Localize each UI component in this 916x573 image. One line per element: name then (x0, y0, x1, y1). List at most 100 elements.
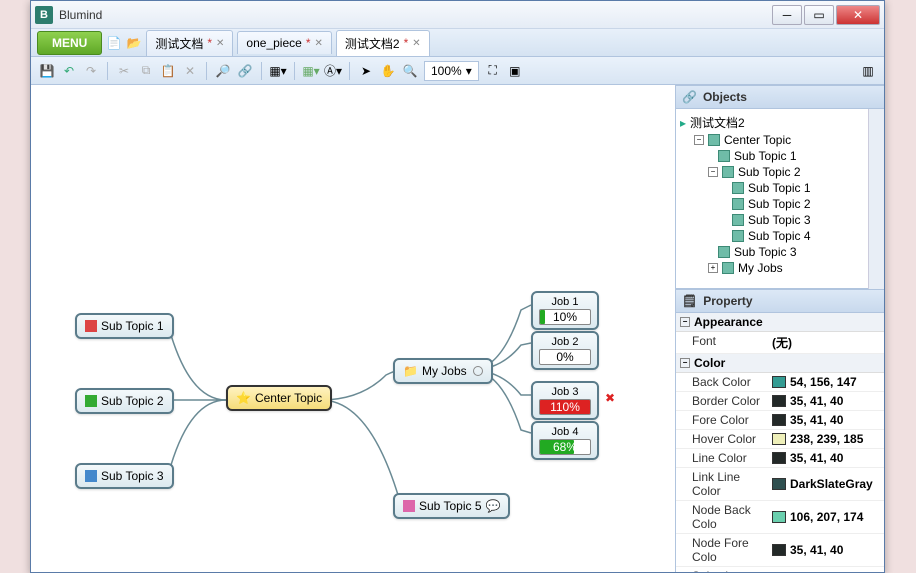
node-my-jobs[interactable]: 📁My Jobs (393, 358, 493, 384)
tab-close-icon[interactable]: ✕ (314, 38, 322, 49)
tree-label: Sub Topic 2 (738, 165, 801, 179)
tree-item[interactable]: Sub Topic 3 (680, 212, 864, 228)
prop-row-border-color[interactable]: Border Color35, 41, 40 (676, 392, 884, 411)
scrollbar-vertical[interactable] (868, 109, 884, 289)
prop-value-text: 35, 41, 40 (790, 543, 843, 557)
mindmap-canvas[interactable]: Sub Topic 1 Sub Topic 2 Sub Topic 3 ⭐Cen… (31, 85, 676, 572)
grid-icon[interactable]: ▦▾ (270, 63, 286, 79)
zoom-combo[interactable]: 100%▾ (424, 61, 479, 81)
progress-value: 10% (553, 310, 577, 324)
link-icon[interactable]: 🔗 (237, 63, 253, 79)
node-job-2[interactable]: Job 20% (531, 331, 599, 370)
prop-row-line-color[interactable]: Line Color35, 41, 40 (676, 449, 884, 468)
tree-label: Sub Topic 1 (734, 149, 797, 163)
prop-value-text: 35, 41, 40 (790, 394, 843, 408)
property-icon: 🗒 (682, 294, 697, 308)
collapse-icon[interactable]: − (680, 358, 690, 368)
prop-value[interactable]: (无) (768, 332, 884, 353)
prop-category[interactable]: −Appearance (676, 313, 884, 332)
toolbar: 💾 ↶ ↷ ✂ ⧉ 📋 ✕ 🔎 🔗 ▦▾ ▦▾ Ⓐ▾ ➤ ✋ 🔍 100%▾ ⛶… (31, 57, 884, 85)
tree-item[interactable]: − Sub Topic 2 (680, 164, 864, 180)
node-job-4[interactable]: Job 468% (531, 421, 599, 460)
node-center-topic[interactable]: ⭐Center Topic (226, 385, 332, 411)
fullscreen-icon[interactable]: ▣ (507, 63, 523, 79)
minimize-button[interactable]: ─ (772, 5, 802, 25)
undo-icon[interactable]: ↶ (61, 63, 77, 79)
expand-handle[interactable] (473, 366, 483, 376)
theme-icon[interactable]: ▦▾ (303, 63, 319, 79)
prop-row-fore-color[interactable]: Fore Color35, 41, 40 (676, 411, 884, 430)
prop-row-node-fore-color[interactable]: Node Fore Colo 35, 41, 40 (676, 534, 884, 567)
menu-button[interactable]: MENU (37, 31, 102, 55)
tab-1[interactable]: one_piece*✕ (237, 31, 331, 54)
category-label: Appearance (694, 315, 763, 329)
node-label: Sub Topic 2 (101, 394, 164, 408)
close-button[interactable]: ✕ (836, 5, 880, 25)
collapse-icon[interactable]: − (708, 167, 718, 177)
prop-row-node-back-color[interactable]: Node Back Colo 106, 207, 174 (676, 501, 884, 534)
node-icon (732, 214, 744, 226)
node-job-1[interactable]: Job 110% (531, 291, 599, 330)
objects-tree[interactable]: ▸测试文档2 −Center Topic Sub Topic 1 − Sub To… (676, 109, 868, 289)
node-sub-topic-2[interactable]: Sub Topic 2 (75, 388, 174, 414)
fit-icon[interactable]: ⛶ (485, 63, 501, 79)
prop-value-text: 238, 239, 185 (790, 432, 863, 446)
tab-close-icon[interactable]: ✕ (412, 38, 420, 49)
prop-category[interactable]: −Color (676, 354, 884, 373)
save-icon[interactable]: 💾 (39, 63, 55, 79)
property-panel-header[interactable]: 🗒Property (676, 289, 884, 313)
node-sub-topic-5[interactable]: Sub Topic 5💬 (393, 493, 510, 519)
pointer-icon[interactable]: ➤ (358, 63, 374, 79)
paste-icon[interactable]: 📋 (160, 63, 176, 79)
tree-item[interactable]: Sub Topic 2 (680, 196, 864, 212)
tree-item[interactable]: +My Jobs (680, 260, 864, 276)
prop-row-selection-color[interactable]: Selection Color238, 239, 185 (676, 567, 884, 572)
hand-icon[interactable]: ✋ (380, 63, 396, 79)
tree-item[interactable]: Sub Topic 1 (680, 148, 864, 164)
prop-value-text: 106, 207, 174 (790, 510, 863, 524)
prop-row-font[interactable]: Font(无) (676, 332, 884, 354)
collapse-icon[interactable]: − (694, 135, 704, 145)
prop-value-text: 54, 156, 147 (790, 375, 857, 389)
tree-item[interactable]: Sub Topic 4 (680, 228, 864, 244)
node-icon (732, 230, 744, 242)
tab-0[interactable]: 测试文档*✕ (146, 30, 233, 56)
property-grid[interactable]: −Appearance Font(无) −Color Back Color54,… (676, 313, 884, 572)
dirty-indicator: * (404, 36, 409, 50)
prop-name: Selection Color (676, 567, 768, 572)
prop-row-hover-color[interactable]: Hover Color238, 239, 185 (676, 430, 884, 449)
cut-icon[interactable]: ✂ (116, 63, 132, 79)
tab-2[interactable]: 测试文档2*✕ (336, 30, 430, 56)
tab-bar: MENU 📄 📂 测试文档*✕ one_piece*✕ 测试文档2*✕ (31, 29, 884, 57)
color-swatch (772, 433, 786, 445)
prop-name: Node Back Colo (676, 501, 768, 533)
maximize-button[interactable]: ▭ (804, 5, 834, 25)
text-style-icon[interactable]: Ⓐ▾ (325, 63, 341, 79)
node-label: Job 2 (552, 336, 579, 348)
prop-name: Node Fore Colo (676, 534, 768, 566)
panel-toggle-icon[interactable]: ▥ (860, 63, 876, 79)
tree-center[interactable]: −Center Topic (680, 132, 864, 148)
expand-icon[interactable]: + (708, 263, 718, 273)
tree-root[interactable]: ▸测试文档2 (680, 113, 864, 132)
delete-icon[interactable]: ✕ (182, 63, 198, 79)
prop-row-link-line-color[interactable]: Link Line ColorDarkSlateGray (676, 468, 884, 501)
tree-item[interactable]: Sub Topic 1 (680, 180, 864, 196)
node-sub-topic-3[interactable]: Sub Topic 3 (75, 463, 174, 489)
node-job-3[interactable]: Job 3110%✖ (531, 381, 599, 420)
node-sub-topic-1[interactable]: Sub Topic 1 (75, 313, 174, 339)
new-doc-icon[interactable]: 📄 (106, 35, 122, 51)
zoom-tool-icon[interactable]: 🔍 (402, 63, 418, 79)
prop-row-back-color[interactable]: Back Color54, 156, 147 (676, 373, 884, 392)
copy-icon[interactable]: ⧉ (138, 63, 154, 79)
redo-icon[interactable]: ↷ (83, 63, 99, 79)
window-title: Blumind (59, 8, 772, 22)
tab-close-icon[interactable]: ✕ (216, 38, 224, 49)
prop-value-text: 35, 41, 40 (790, 451, 843, 465)
collapse-icon[interactable]: − (680, 317, 690, 327)
tree-item[interactable]: Sub Topic 3 (680, 244, 864, 260)
prop-name: Fore Color (676, 411, 768, 429)
open-icon[interactable]: 📂 (126, 35, 142, 51)
objects-panel-header[interactable]: 🔗Objects (676, 85, 884, 109)
find-icon[interactable]: 🔎 (215, 63, 231, 79)
